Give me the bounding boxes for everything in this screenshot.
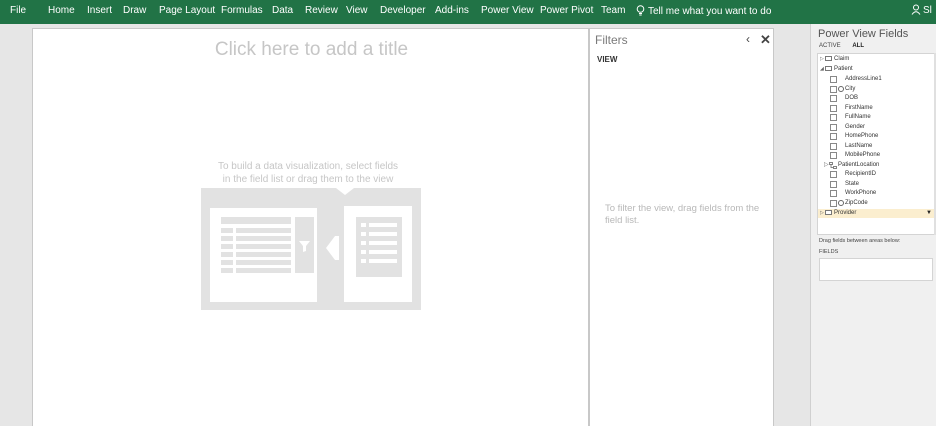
canvas-hint-line-2: in the field list or drag them to the vi… bbox=[222, 174, 394, 185]
table-patient-label: Patient bbox=[834, 66, 853, 72]
table-claim[interactable]: ▷ Claim bbox=[820, 55, 932, 64]
title-placeholder[interactable]: Click here to add a title bbox=[33, 39, 590, 61]
field-label: PatientLocation bbox=[838, 161, 880, 168]
field-row[interactable]: AddressLine1 bbox=[818, 75, 930, 84]
field-row[interactable]: HomePhone bbox=[818, 132, 930, 141]
tab-developer[interactable]: Developer bbox=[380, 5, 426, 16]
field-row[interactable]: WorkPhone bbox=[818, 189, 930, 198]
field-label: FullName bbox=[845, 114, 871, 120]
fields-area-label: FIELDS bbox=[819, 249, 839, 255]
filters-pane: Filters ‹ ✕ VIEW To filter the view, dra… bbox=[589, 28, 774, 426]
tab-add-ins[interactable]: Add-ins bbox=[435, 5, 469, 16]
person-icon bbox=[911, 4, 921, 15]
field-row[interactable]: Gender bbox=[818, 123, 930, 132]
table-icon bbox=[825, 210, 832, 215]
tab-all[interactable]: ALL bbox=[852, 43, 864, 49]
fields-drop-area[interactable] bbox=[819, 258, 933, 281]
field-checkbox[interactable] bbox=[830, 190, 837, 197]
field-label: HomePhone bbox=[845, 133, 879, 139]
field-row[interactable]: MobilePhone bbox=[818, 151, 930, 160]
tell-me-box[interactable]: Tell me what you want to do bbox=[636, 5, 771, 17]
field-row[interactable]: DOB bbox=[818, 94, 930, 103]
canvas-hint: To build a data visualization, select fi… bbox=[193, 160, 423, 186]
tab-power-pivot[interactable]: Power Pivot bbox=[540, 5, 593, 16]
field-label: LastName bbox=[845, 142, 873, 149]
globe-icon bbox=[838, 85, 844, 92]
tab-active[interactable]: ACTIVE bbox=[819, 43, 841, 49]
ribbon-menu-bar: File Home Insert Draw Page Layout Formul… bbox=[0, 0, 936, 24]
field-checkbox[interactable] bbox=[830, 171, 837, 178]
tab-view[interactable]: View bbox=[346, 5, 368, 16]
field-checkbox[interactable] bbox=[830, 133, 837, 140]
chevron-down-icon[interactable]: ▼ bbox=[926, 209, 932, 218]
field-checkbox[interactable] bbox=[830, 152, 837, 159]
field-row-hierarchy[interactable]: ▷ PatientLocation bbox=[818, 161, 930, 170]
close-filters-icon[interactable]: ✕ bbox=[760, 32, 771, 48]
field-label: ZipCode bbox=[845, 199, 868, 206]
field-checkbox[interactable] bbox=[830, 95, 837, 102]
tab-team[interactable]: Team bbox=[601, 5, 625, 16]
table-icon bbox=[825, 66, 832, 71]
globe-icon bbox=[838, 199, 844, 206]
filters-view-label: VIEW bbox=[597, 55, 618, 64]
field-row[interactable]: FirstName bbox=[818, 104, 930, 113]
canvas-hint-line-1: To build a data visualization, select fi… bbox=[217, 161, 399, 172]
lightbulb-icon bbox=[636, 5, 645, 16]
field-row[interactable]: City bbox=[818, 85, 930, 94]
field-list: ▷ Claim ◢ Patient AddressLine1 City DOB Fi… bbox=[817, 53, 935, 235]
field-row[interactable]: RecipientID bbox=[818, 170, 930, 179]
tab-review[interactable]: Review bbox=[305, 5, 338, 16]
tab-power-view[interactable]: Power View bbox=[481, 5, 534, 16]
collapse-filters-icon[interactable]: ‹ bbox=[746, 32, 750, 46]
table-provider[interactable]: ▷ Provider ▼ bbox=[818, 209, 934, 218]
fields-tabs: ACTIVE ALL bbox=[819, 43, 874, 49]
table-patient[interactable]: ◢ Patient bbox=[820, 65, 932, 74]
field-label: MobilePhone bbox=[845, 152, 881, 158]
table-icon bbox=[825, 56, 832, 61]
tab-insert[interactable]: Insert bbox=[87, 5, 112, 16]
tab-formulas[interactable]: Formulas bbox=[221, 5, 263, 16]
user-initials: Sl bbox=[923, 5, 932, 16]
field-checkbox[interactable] bbox=[830, 76, 837, 83]
field-checkbox[interactable] bbox=[830, 180, 837, 188]
field-checkbox[interactable] bbox=[830, 123, 837, 131]
filters-empty-message: To filter the view, drag fields from the… bbox=[605, 203, 760, 226]
drag-fields-hint: Drag fields between areas below: bbox=[819, 238, 901, 244]
tab-home[interactable]: Home bbox=[48, 5, 75, 16]
field-label: WorkPhone bbox=[845, 190, 877, 196]
tab-data[interactable]: Data bbox=[272, 5, 293, 16]
field-label: Gender bbox=[845, 123, 866, 130]
field-checkbox[interactable] bbox=[830, 85, 837, 93]
field-row[interactable]: FullName bbox=[818, 113, 930, 122]
field-label: RecipientID bbox=[845, 171, 877, 177]
table-claim-label: Claim bbox=[834, 56, 850, 62]
tab-page-layout[interactable]: Page Layout bbox=[159, 5, 215, 16]
field-row[interactable]: State bbox=[818, 180, 930, 189]
field-label: DOB bbox=[845, 95, 859, 101]
field-checkbox[interactable] bbox=[830, 114, 837, 121]
field-label: FirstName bbox=[845, 104, 873, 111]
fields-pane-title: Power View Fields bbox=[818, 28, 909, 40]
field-row[interactable]: LastName bbox=[818, 142, 930, 151]
power-view-canvas[interactable]: Click here to add a title To build a dat… bbox=[32, 28, 589, 426]
visualization-illustration-icon bbox=[201, 188, 421, 310]
expand-icon[interactable]: ▷ bbox=[824, 161, 829, 170]
field-label: State bbox=[845, 180, 860, 187]
field-label: City bbox=[845, 85, 856, 92]
field-checkbox[interactable] bbox=[830, 104, 837, 112]
field-checkbox[interactable] bbox=[830, 142, 837, 150]
tell-me-label: Tell me what you want to do bbox=[648, 6, 772, 17]
table-provider-label: Provider bbox=[834, 210, 857, 216]
tab-file[interactable]: File bbox=[10, 5, 26, 16]
field-row[interactable]: ZipCode bbox=[818, 199, 930, 208]
power-view-fields-pane: Power View Fields ACTIVE ALL ▷ Claim ◢ Pat… bbox=[810, 24, 936, 426]
user-account[interactable]: Sl bbox=[911, 4, 932, 16]
field-checkbox[interactable] bbox=[830, 199, 837, 207]
field-label: AddressLine1 bbox=[845, 76, 882, 82]
tab-draw[interactable]: Draw bbox=[123, 5, 146, 16]
hierarchy-icon bbox=[829, 161, 837, 169]
filters-title: Filters bbox=[595, 33, 628, 47]
